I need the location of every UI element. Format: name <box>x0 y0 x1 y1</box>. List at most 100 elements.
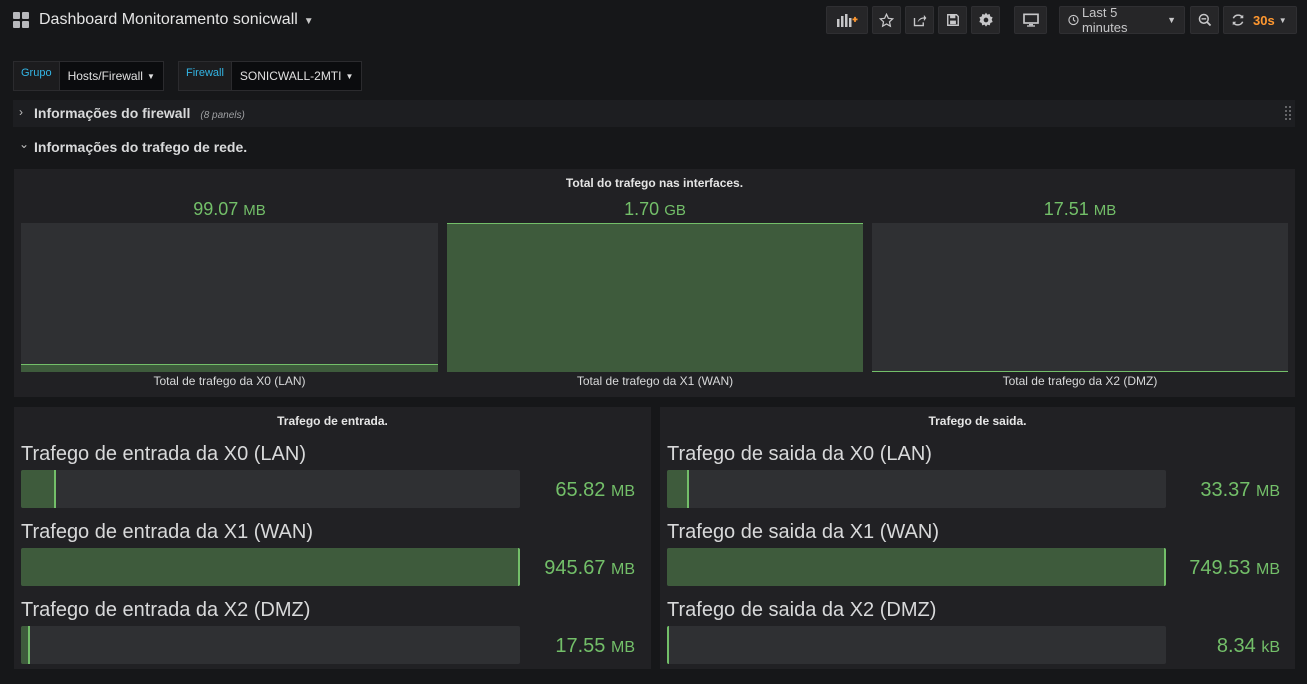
bar-unit: MB <box>611 639 635 656</box>
bar-fill <box>667 548 1166 586</box>
gauge-unit: MB <box>1093 202 1117 219</box>
bar-label: Trafego de saida da X2 (DMZ) <box>667 599 937 621</box>
gauge-fill <box>447 223 863 372</box>
bar-value-number: 945.67 <box>544 557 606 579</box>
bar-value-number: 33.37 <box>1200 479 1251 501</box>
zoom-out-button[interactable] <box>1190 6 1219 34</box>
gear-icon <box>978 12 993 27</box>
gauge-value-number: 17.51 <box>1043 199 1089 219</box>
bar-label: Trafego de saida da X0 (LAN) <box>667 443 932 465</box>
bar-fill <box>21 548 520 586</box>
bar-value-number: 65.82 <box>555 479 606 501</box>
refresh-icon <box>1232 14 1244 26</box>
bar-label: Trafego de entrada da X0 (LAN) <box>21 443 306 465</box>
bar-track <box>21 626 520 664</box>
row-header-firewall-info[interactable]: › Informações do firewall (8 panels) <box>13 100 1295 127</box>
panel-title[interactable]: Trafego de saida. <box>660 414 1295 428</box>
star-icon <box>879 12 894 27</box>
dashboard-title[interactable]: Dashboard Monitoramento sonicwall ▼ <box>39 11 314 29</box>
bar-label: Trafego de saida da X1 (WAN) <box>667 521 939 543</box>
bar-value-number: 17.55 <box>555 635 606 657</box>
refresh-interval-label: 30s <box>1253 12 1275 28</box>
caret-down-icon: ▼ <box>303 16 314 27</box>
gauge-bar <box>21 223 438 372</box>
bar-fill <box>21 626 31 664</box>
bar-unit: MB <box>611 561 635 578</box>
add-panel-button[interactable] <box>826 6 868 34</box>
bar-label: Trafego de entrada da X2 (DMZ) <box>21 599 311 621</box>
refresh-picker[interactable]: 30s ▼ <box>1223 6 1297 34</box>
bar-value: 17.55 MB <box>555 635 635 658</box>
gauge-bar <box>447 223 863 372</box>
gauge-unit: GB <box>664 202 686 219</box>
panel-inbound-traffic: Trafego de entrada. Trafego de entrada d… <box>14 407 651 669</box>
bar-unit: MB <box>1256 483 1280 500</box>
variable-select-firewall[interactable]: SONICWALL-2MTI ▼ <box>231 61 363 91</box>
panel-outbound-traffic: Trafego de saida. Trafego de saida da X0… <box>660 407 1295 669</box>
time-range-picker[interactable]: Last 5 minutes ▼ <box>1059 5 1185 35</box>
top-navbar: Dashboard Monitoramento sonicwall ▼ Last … <box>0 0 1307 42</box>
panel-title[interactable]: Total do trafego nas interfaces. <box>14 176 1295 190</box>
row-title-text: Informações do firewall <box>34 105 191 121</box>
settings-button[interactable] <box>971 6 1000 34</box>
bar-value: 8.34 kB <box>1217 635 1280 658</box>
variable-value-grupo: Hosts/Firewall <box>67 69 143 83</box>
drag-handle-icon[interactable] <box>1284 105 1292 122</box>
variable-firewall: Firewall SONICWALL-2MTI ▼ <box>178 61 363 91</box>
bar-fill <box>667 470 690 508</box>
bar-value: 33.37 MB <box>1200 479 1280 502</box>
dashboard-title-text: Dashboard Monitoramento sonicwall <box>39 11 298 28</box>
monitor-icon <box>1022 13 1039 27</box>
variable-select-grupo[interactable]: Hosts/Firewall ▼ <box>59 61 164 91</box>
bar-unit: MB <box>611 483 635 500</box>
share-button[interactable] <box>905 6 934 34</box>
row-panel-count: (8 panels) <box>200 110 245 121</box>
bar-track <box>21 470 520 508</box>
gauge-unit: MB <box>243 202 266 219</box>
bar-value: 65.82 MB <box>555 479 635 502</box>
caret-down-icon: ▼ <box>345 71 354 81</box>
share-icon <box>913 14 927 26</box>
panel-title[interactable]: Trafego de entrada. <box>14 414 651 428</box>
gauge-label: Total de trafego da X0 (LAN) <box>153 374 306 388</box>
tv-mode-button[interactable] <box>1014 6 1047 34</box>
save-icon <box>946 14 959 26</box>
time-range-label: Last 5 minutes <box>1081 5 1128 35</box>
panel-total-traffic: Total do trafego nas interfaces. 99.07 M… <box>14 169 1295 397</box>
caret-down-icon: ▼ <box>1167 15 1176 25</box>
bar-fill <box>21 470 56 508</box>
chevron-right-icon: › <box>19 105 23 119</box>
gauge-label: Total de trafego da X1 (WAN) <box>576 374 734 388</box>
bar-value-number: 8.34 <box>1216 635 1256 657</box>
gauge-value: 17.51 MB <box>872 199 1288 220</box>
gauge-bar <box>872 223 1288 372</box>
bar-track <box>667 470 1166 508</box>
save-button[interactable] <box>938 6 967 34</box>
variable-value-firewall: SONICWALL-2MTI <box>239 69 342 83</box>
bar-track <box>21 548 520 586</box>
row-header-traffic-info[interactable]: ⌄ Informações do trafego de rede. <box>13 134 1295 161</box>
caret-down-icon: ▼ <box>146 71 155 81</box>
dashboards-grid-icon[interactable] <box>13 12 30 29</box>
gauge-label: Total de trafego da X2 (DMZ) <box>1002 374 1158 388</box>
variable-label-grupo: Grupo <box>13 61 60 91</box>
caret-down-icon: ▼ <box>1278 15 1287 25</box>
gauge-value: 1.70 GB <box>447 199 863 220</box>
variable-label-firewall: Firewall <box>178 61 232 91</box>
bar-track <box>667 548 1166 586</box>
bar-value: 945.67 MB <box>544 557 635 580</box>
chevron-down-icon: ⌄ <box>19 137 30 151</box>
star-button[interactable] <box>872 6 901 34</box>
gauge-value: 99.07 MB <box>21 199 438 220</box>
bar-value-number: 749.53 <box>1189 557 1251 579</box>
row-title-text: Informações do trafego de rede. <box>34 139 248 155</box>
bar-fill <box>667 626 669 664</box>
bar-value: 749.53 MB <box>1189 557 1280 580</box>
gauge-value-number: 99.07 <box>193 199 239 219</box>
bar-unit: MB <box>1256 561 1280 578</box>
gauge-fill <box>21 363 438 372</box>
zoom-out-icon <box>1198 13 1211 27</box>
gauge-value-number: 1.70 <box>624 199 660 219</box>
add-panel-icon <box>837 14 858 27</box>
bar-track <box>667 626 1166 664</box>
